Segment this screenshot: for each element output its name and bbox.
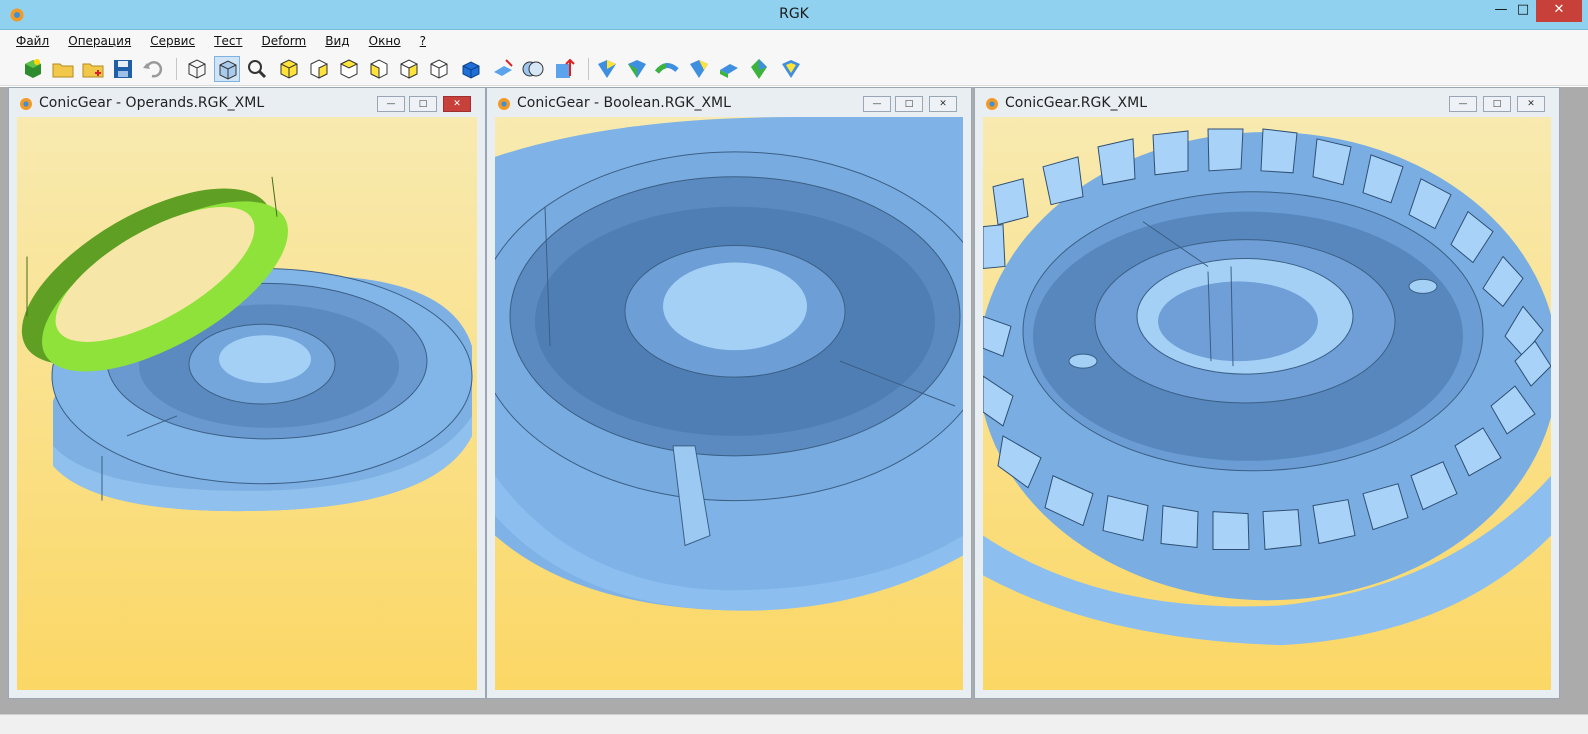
view-iso-icon[interactable] bbox=[458, 56, 484, 82]
status-bar bbox=[0, 714, 1588, 734]
extrude-icon[interactable] bbox=[624, 56, 650, 82]
loft-icon[interactable] bbox=[686, 56, 712, 82]
new-model-icon[interactable] bbox=[20, 56, 46, 82]
document-icon bbox=[498, 98, 510, 110]
child-minimize-button[interactable]: — bbox=[863, 96, 891, 112]
app-title: RGK bbox=[779, 6, 809, 22]
model-view-boolean bbox=[495, 117, 963, 611]
save-icon[interactable] bbox=[110, 56, 136, 82]
menu-help[interactable]: ? bbox=[420, 31, 426, 51]
shaded-view-icon[interactable] bbox=[214, 56, 240, 82]
open-folder-icon[interactable] bbox=[50, 56, 76, 82]
shell-icon[interactable] bbox=[746, 56, 772, 82]
child-titlebar[interactable]: ConicGear - Operands.RGK_XML — □ ✕ bbox=[9, 88, 485, 117]
child-restore-button[interactable]: □ bbox=[1483, 96, 1511, 112]
child-window-title: ConicGear.RGK_XML bbox=[1005, 95, 1147, 111]
model-view-result bbox=[983, 128, 1551, 646]
child-minimize-button[interactable]: — bbox=[1449, 96, 1477, 112]
child-window-title: ConicGear - Operands.RGK_XML bbox=[39, 95, 265, 111]
wireframe-view-icon[interactable] bbox=[184, 56, 210, 82]
menu-bar: Файл Операция Сервис Тест Deform Вид Окн… bbox=[0, 30, 1588, 52]
child-close-button[interactable]: ✕ bbox=[443, 96, 471, 112]
view-bottom-icon[interactable] bbox=[366, 56, 392, 82]
view-back-icon[interactable] bbox=[306, 56, 332, 82]
zoom-fit-icon[interactable] bbox=[244, 56, 270, 82]
app-titlebar[interactable]: RGK — □ ✕ bbox=[0, 0, 1588, 30]
view-left-icon[interactable] bbox=[396, 56, 422, 82]
document-icon bbox=[986, 98, 998, 110]
transform-icon[interactable] bbox=[552, 56, 578, 82]
menu-operation[interactable]: Операция bbox=[68, 31, 131, 51]
main-toolbar bbox=[0, 52, 1588, 86]
menu-window[interactable]: Окно bbox=[369, 31, 401, 51]
child-titlebar[interactable]: ConicGear.RGK_XML — □ ✕ bbox=[975, 88, 1559, 117]
menu-test[interactable]: Тест bbox=[214, 31, 242, 51]
menu-view[interactable]: Вид bbox=[325, 31, 349, 51]
view-front-icon[interactable] bbox=[276, 56, 302, 82]
child-restore-button[interactable]: □ bbox=[895, 96, 923, 112]
child-window-title: ConicGear - Boolean.RGK_XML bbox=[517, 95, 731, 111]
section-icon[interactable] bbox=[490, 56, 516, 82]
child-window-result[interactable]: ConicGear.RGK_XML — □ ✕ bbox=[974, 87, 1560, 699]
boolean-icon[interactable] bbox=[520, 56, 546, 82]
new-folder-icon[interactable] bbox=[80, 56, 106, 82]
viewport-boolean[interactable] bbox=[495, 117, 963, 690]
sweep-icon[interactable] bbox=[654, 56, 680, 82]
child-restore-button[interactable]: □ bbox=[409, 96, 437, 112]
undo-icon[interactable] bbox=[140, 56, 166, 82]
view-top-icon[interactable] bbox=[336, 56, 362, 82]
chamfer-icon[interactable] bbox=[716, 56, 742, 82]
menu-service[interactable]: Сервис bbox=[150, 31, 195, 51]
menu-deform[interactable]: Deform bbox=[262, 31, 307, 51]
close-button[interactable]: ✕ bbox=[1536, 0, 1582, 22]
child-window-boolean[interactable]: ConicGear - Boolean.RGK_XML — □ ✕ bbox=[486, 87, 972, 699]
viewport-result[interactable] bbox=[983, 117, 1551, 690]
child-close-button[interactable]: ✕ bbox=[1517, 96, 1545, 112]
maximize-button[interactable]: □ bbox=[1512, 0, 1534, 22]
document-icon bbox=[20, 98, 32, 110]
view-right-icon[interactable] bbox=[426, 56, 452, 82]
offset-icon[interactable] bbox=[778, 56, 804, 82]
child-titlebar[interactable]: ConicGear - Boolean.RGK_XML — □ ✕ bbox=[487, 88, 971, 117]
mdi-area: ConicGear - Operands.RGK_XML — □ ✕ Conic… bbox=[0, 87, 1588, 714]
model-view-operands bbox=[21, 176, 473, 512]
minimize-button[interactable]: — bbox=[1490, 0, 1512, 22]
child-window-operands[interactable]: ConicGear - Operands.RGK_XML — □ ✕ bbox=[8, 87, 486, 699]
fillet-icon[interactable] bbox=[594, 56, 620, 82]
child-close-button[interactable]: ✕ bbox=[929, 96, 957, 112]
child-minimize-button[interactable]: — bbox=[377, 96, 405, 112]
viewport-operands[interactable] bbox=[17, 117, 477, 690]
menu-file[interactable]: Файл bbox=[16, 31, 49, 51]
